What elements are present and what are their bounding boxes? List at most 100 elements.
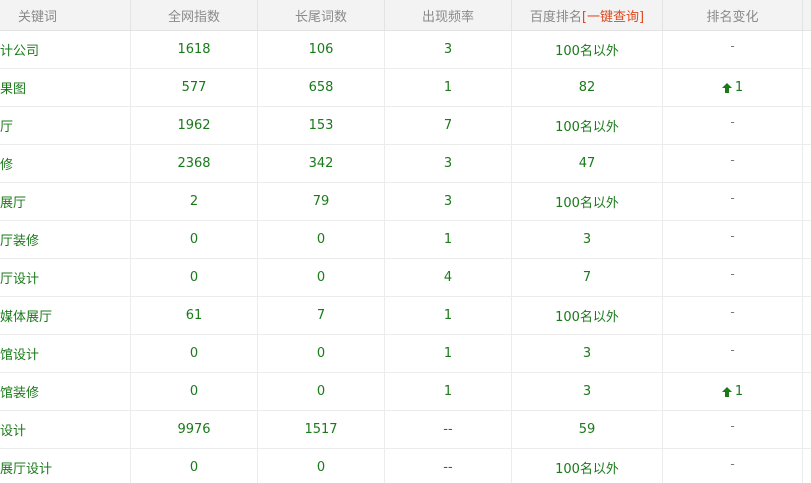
rank-change-cell: - xyxy=(663,411,803,448)
total-index-cell: 0 xyxy=(131,335,258,372)
rank-change-cell: - xyxy=(663,259,803,296)
rank-change-cell: - xyxy=(663,335,803,372)
row-edge xyxy=(803,297,811,334)
longtail-value: 153 xyxy=(308,118,334,133)
row-edge xyxy=(803,69,811,106)
total-index-cell: 1962 xyxy=(131,107,258,144)
baidu-rank-value: 100名以外 xyxy=(555,310,619,325)
total-index-cell: 61 xyxy=(131,297,258,334)
rank-change-cell: - xyxy=(663,297,803,334)
keyword-value[interactable]: 展厅设计 xyxy=(0,458,52,477)
keyword-value[interactable]: 媒体展厅 xyxy=(0,306,52,325)
frequency-value: 1 xyxy=(443,232,453,247)
total-index-cell: 577 xyxy=(131,69,258,106)
rank-change-up: 1 xyxy=(721,384,744,399)
keyword-value[interactable]: 展厅 xyxy=(0,192,26,211)
table-row: 设计 9976 1517 -- 59 - xyxy=(0,411,811,449)
rank-change-none: - xyxy=(730,418,735,433)
rank-change-cell: 1 xyxy=(663,69,803,106)
frequency-value: 1 xyxy=(443,384,453,399)
baidu-rank-value: 59 xyxy=(578,422,596,437)
frequency-cell: 3 xyxy=(385,145,512,182)
baidu-rank-value: 3 xyxy=(582,384,592,399)
header-baidu-rank-label: 百度排名 xyxy=(529,9,582,25)
longtail-count-cell: 153 xyxy=(258,107,385,144)
keyword-value[interactable]: 馆装修 xyxy=(0,382,39,401)
rank-change-cell: - xyxy=(663,449,803,483)
keyword-cell[interactable]: 展厅 xyxy=(0,183,131,220)
row-edge xyxy=(803,145,811,182)
table-header: 关键词 全网指数 长尾词数 出现频率 百度排名 [一键查询] 排名变化 xyxy=(0,0,811,31)
keyword-cell[interactable]: 馆装修 xyxy=(0,373,131,410)
baidu-rank-cell: 3 xyxy=(512,373,663,410)
keyword-value[interactable]: 馆设计 xyxy=(0,344,39,363)
rank-change-none: - xyxy=(730,38,735,53)
longtail-count-cell: 658 xyxy=(258,69,385,106)
longtail-value: 106 xyxy=(308,42,334,57)
total-index-value: 9976 xyxy=(177,422,211,437)
keyword-value[interactable]: 设计 xyxy=(0,420,26,439)
baidu-rank-value: 100名以外 xyxy=(555,120,619,135)
frequency-cell: 1 xyxy=(385,373,512,410)
keyword-cell[interactable]: 果图 xyxy=(0,69,131,106)
keyword-value[interactable]: 修 xyxy=(0,154,13,173)
total-index-value: 0 xyxy=(189,460,199,475)
frequency-cell: 7 xyxy=(385,107,512,144)
rank-change-cell: - xyxy=(663,31,803,68)
keyword-cell[interactable]: 计公司 xyxy=(0,31,131,68)
rank-change-none: - xyxy=(730,190,735,205)
baidu-rank-value: 3 xyxy=(582,232,592,247)
total-index-cell: 0 xyxy=(131,449,258,483)
baidu-rank-cell: 59 xyxy=(512,411,663,448)
total-index-value: 1962 xyxy=(177,118,211,133)
frequency-value: -- xyxy=(443,460,453,475)
frequency-value: 7 xyxy=(443,118,453,133)
keyword-cell[interactable]: 厅设计 xyxy=(0,259,131,296)
longtail-value: 0 xyxy=(316,270,326,285)
baidu-rank-cell: 7 xyxy=(512,259,663,296)
keyword-value[interactable]: 计公司 xyxy=(0,40,39,59)
keyword-value[interactable]: 厅 xyxy=(0,116,13,135)
one-click-query-link[interactable]: [一键查询] xyxy=(582,6,644,25)
baidu-rank-cell: 82 xyxy=(512,69,663,106)
frequency-value: 1 xyxy=(443,80,453,95)
keyword-value[interactable]: 厅装修 xyxy=(0,230,39,249)
longtail-count-cell: 1517 xyxy=(258,411,385,448)
frequency-value: 4 xyxy=(443,270,453,285)
longtail-count-cell: 0 xyxy=(258,221,385,258)
keyword-cell[interactable]: 展厅设计 xyxy=(0,449,131,483)
baidu-rank-value: 100名以外 xyxy=(555,44,619,59)
keyword-cell[interactable]: 媒体展厅 xyxy=(0,297,131,334)
total-index-cell: 0 xyxy=(131,221,258,258)
baidu-rank-value: 47 xyxy=(578,156,596,171)
baidu-rank-value: 100名以外 xyxy=(555,462,619,477)
longtail-count-cell: 342 xyxy=(258,145,385,182)
keyword-value[interactable]: 厅设计 xyxy=(0,268,39,287)
rank-change-none: - xyxy=(730,304,735,319)
total-index-cell: 1618 xyxy=(131,31,258,68)
keyword-cell[interactable]: 厅 xyxy=(0,107,131,144)
row-edge xyxy=(803,107,811,144)
rank-change-cell: - xyxy=(663,183,803,220)
keyword-cell[interactable]: 设计 xyxy=(0,411,131,448)
rank-change-value: 1 xyxy=(734,80,744,95)
header-frequency: 出现频率 xyxy=(385,0,512,30)
total-index-value: 2 xyxy=(189,194,199,209)
table-body: 计公司 1618 106 3 100名以外 - 果图 577 658 1 82 … xyxy=(0,31,811,483)
keyword-value[interactable]: 果图 xyxy=(0,78,26,97)
frequency-cell: 1 xyxy=(385,335,512,372)
table-row: 馆装修 0 0 1 3 1 xyxy=(0,373,811,411)
total-index-cell: 0 xyxy=(131,373,258,410)
keyword-cell[interactable]: 馆设计 xyxy=(0,335,131,372)
longtail-value: 0 xyxy=(316,232,326,247)
keyword-cell[interactable]: 厅装修 xyxy=(0,221,131,258)
baidu-rank-cell: 100名以外 xyxy=(512,183,663,220)
rank-change-value: 1 xyxy=(734,384,744,399)
baidu-rank-value: 3 xyxy=(582,346,592,361)
keyword-cell[interactable]: 修 xyxy=(0,145,131,182)
row-edge xyxy=(803,449,811,483)
table-row: 厅装修 0 0 1 3 - xyxy=(0,221,811,259)
frequency-cell: -- xyxy=(385,449,512,483)
longtail-count-cell: 79 xyxy=(258,183,385,220)
row-edge xyxy=(803,31,811,68)
